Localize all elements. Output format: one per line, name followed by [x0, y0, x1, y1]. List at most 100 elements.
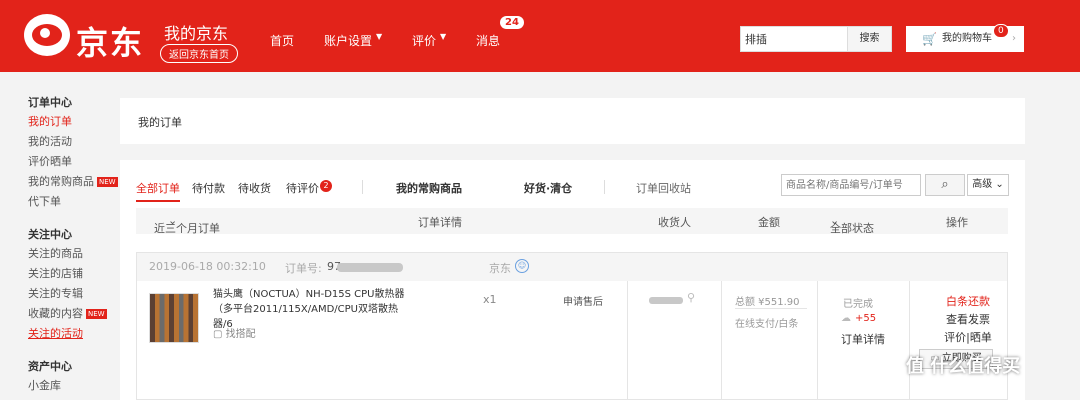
site-watermark: 值 什么值得买 [906, 356, 1021, 377]
shop-name[interactable]: 京东 [489, 260, 511, 276]
back-home-link[interactable]: 返回京东首页 [160, 44, 238, 63]
new-badge: NEW [97, 177, 118, 187]
receiver-redacted [649, 297, 683, 304]
tab-label: 待评价 [286, 182, 319, 195]
sidebar-item-reviews[interactable]: 评价晒单 [28, 152, 118, 172]
nav-account-settings[interactable]: 账户设置 ▼ [324, 32, 382, 49]
chevron-down-icon: ▼ [376, 32, 383, 41]
view-invoice-link[interactable]: 查看发票 [933, 311, 1003, 329]
column-receiver: 收货人 [658, 216, 691, 229]
advanced-search-button[interactable]: 高级 ⌄ [967, 174, 1009, 196]
chevron-down-icon: ⌄ [995, 179, 1004, 190]
nav-review-label: 评价 [412, 34, 437, 48]
sidebar-group-title: 资产中心 [28, 360, 72, 373]
sidebar-item-followed-albums[interactable]: 关注的专辑 [28, 284, 118, 304]
divider [362, 180, 363, 194]
after-sale-link[interactable]: 申请售后 [563, 293, 603, 308]
nav-messages-label: 消息 [476, 34, 501, 48]
divider [604, 180, 605, 194]
tab-pending-receipt[interactable]: 待收货 [238, 180, 271, 196]
order-search: ⌕ 高级 ⌄ [781, 174, 1009, 196]
sidebar-item-proxy-order[interactable]: 代下单 [28, 192, 118, 212]
search-icon[interactable]: ⌕ [925, 174, 965, 196]
cloud-icon: ☁ [841, 313, 851, 324]
sidebar-group-title: 订单中心 [28, 96, 72, 109]
nav-home[interactable]: 首页 [270, 32, 294, 49]
order-item: 2019-06-18 00:32:10 订单号: 97 京东 ☺ 猫头鹰（NOC… [136, 252, 1008, 400]
page-title: 我的订单 [120, 98, 1025, 144]
new-badge: NEW [86, 309, 107, 319]
review-count-badge: 2 [320, 180, 332, 192]
nav-review[interactable]: 评价 ▼ [412, 32, 446, 49]
sidebar-item-followed-shops[interactable]: 关注的店铺 [28, 264, 118, 284]
cart-icon: 🛒 [922, 32, 937, 46]
sidebar-item-my-orders[interactable]: 我的订单 [28, 112, 118, 132]
tab-all-orders[interactable]: 全部订单 [136, 180, 180, 202]
tab-clearance[interactable]: 好货·清仓 [524, 180, 572, 196]
order-detail-link[interactable]: 订单详情 [841, 331, 885, 347]
sidebar-item-label: 我的常购商品 [28, 175, 94, 188]
tab-frequent-goods[interactable]: 我的常购商品 [396, 180, 462, 196]
logo-text: 京东 [76, 24, 145, 62]
chevron-right-icon: › [1012, 33, 1016, 44]
search-button[interactable]: 搜索 [847, 27, 891, 51]
sidebar: 订单中心 我的订单 我的活动 评价晒单 我的常购商品 NEW 代下单 关注中心 关… [28, 94, 118, 396]
sidebar-item-my-activities[interactable]: 我的活动 [28, 132, 118, 152]
order-number-label: 订单号: [285, 262, 322, 275]
nav-home-label: 首页 [270, 34, 295, 48]
orders-table-header: 近三个月订单 ⌄ 订单详情 收货人 金额 全部状态 ⌄ 操作 [136, 208, 1008, 235]
nav-messages[interactable]: 消息 [476, 32, 500, 49]
nav-account-label: 账户设置 [324, 34, 373, 48]
chat-icon[interactable]: ☺ [515, 259, 529, 273]
baitiao-repay-link[interactable]: 白条还款 [933, 293, 1003, 311]
sidebar-group-title: 关注中心 [28, 228, 72, 241]
orders-panel: 全部订单 待付款 待收货 待评价2 我的常购商品 好货·清仓 订单回收站 ⌕ 高… [120, 160, 1025, 400]
filter-status[interactable]: 全部状态 ⌄ [830, 214, 874, 235]
review-share-link[interactable]: 评价|晒单 [933, 329, 1003, 347]
chevron-down-icon: ▼ [440, 32, 447, 41]
message-count-badge: 24 [500, 16, 524, 29]
advanced-label: 高级 [972, 179, 993, 190]
cart-label: 我的购物车 [942, 33, 992, 44]
product-thumbnail[interactable] [149, 293, 199, 343]
quantity: x1 [483, 293, 497, 306]
divider [721, 281, 722, 399]
column-label: 全部状态 [830, 222, 874, 235]
payment-method: 在线支付/白条 [735, 319, 799, 330]
order-amount: 总额 ¥551.90 [735, 297, 800, 308]
order-status: 已完成 [843, 299, 873, 310]
divider [735, 308, 807, 309]
sidebar-item-followed-activities[interactable]: 关注的活动 [28, 324, 118, 344]
jd-logo[interactable]: 京东 [24, 12, 152, 62]
header-search: 搜索 [740, 26, 892, 52]
order-datetime: 2019-06-18 00:32:10 [149, 260, 266, 273]
order-header: 2019-06-18 00:32:10 订单号: 97 京东 ☺ [137, 253, 1007, 281]
cart-count-badge: 0 [993, 24, 1009, 38]
tab-pending-review[interactable]: 待评价 2 [286, 180, 332, 196]
top-header: 京东 我的京东 返回京东首页 首页 账户设置▼ 评价▼ 消息 24 搜索 🛒 我… [0, 0, 1080, 72]
filter-recent-orders[interactable]: 近三个月订单 ⌄ [154, 214, 220, 235]
order-body: 猫头鹰（NOCTUA）NH-D15S CPU散热器（多平台2011/115X/A… [137, 281, 1007, 399]
order-search-input[interactable] [781, 174, 921, 196]
person-icon[interactable]: ⚲ [687, 291, 695, 304]
column-order-detail: 订单详情 [418, 216, 462, 229]
my-jd-title: 我的京东 [164, 24, 229, 43]
divider [817, 281, 818, 399]
tab-recycle-bin[interactable]: 订单回收站 [636, 180, 691, 196]
search-input[interactable] [741, 27, 847, 51]
jd-dog-icon [24, 14, 70, 56]
sidebar-item-label: 收藏的内容 [28, 307, 83, 320]
divider [627, 281, 628, 399]
column-operations: 操作 [946, 216, 968, 229]
link-icon: ▢ [213, 329, 223, 340]
points-value: +55 [855, 313, 877, 324]
tab-pending-payment[interactable]: 待付款 [192, 180, 225, 196]
sidebar-item-vault[interactable]: 小金库 [28, 376, 118, 396]
column-label: 近三个月订单 [154, 222, 220, 235]
sidebar-item-collected-content[interactable]: 收藏的内容 NEW [28, 304, 118, 324]
sidebar-item-frequent-goods[interactable]: 我的常购商品 NEW [28, 172, 118, 192]
find-match-link[interactable]: ▢ 找搭配 [213, 325, 256, 340]
sidebar-item-followed-goods[interactable]: 关注的商品 [28, 244, 118, 264]
